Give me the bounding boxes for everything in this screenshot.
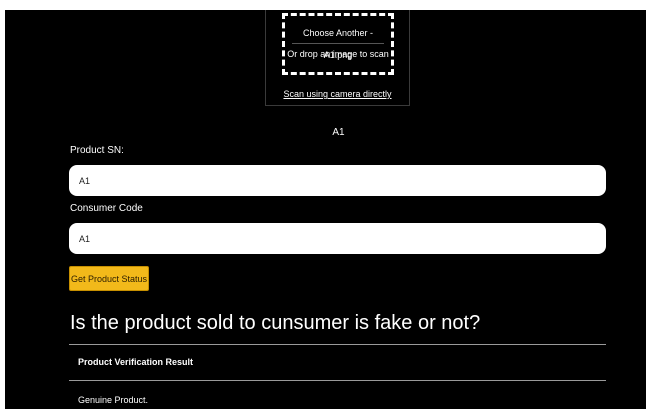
drop-image-hint: Or drop an image to scan [287,49,389,59]
scan-result-text: A1 [332,127,345,138]
page-frame: Choose Another - A1.png Or drop an image… [5,10,646,409]
consumer-code-input[interactable] [69,223,606,254]
get-product-status-button[interactable]: Get Product Status [69,266,149,291]
verification-result-table: Product Verification Result Genuine Prod… [69,344,606,409]
page-question-heading: Is the product sold to cunsumer is fake … [70,312,481,334]
product-sn-input[interactable] [69,165,606,196]
scan-camera-link[interactable]: Scan using camera directly [266,89,409,99]
product-sn-label: Product SN: [70,145,124,156]
choose-file-button[interactable]: Choose Another - A1.png [292,22,384,60]
qr-scanner-panel: Choose Another - A1.png Or drop an image… [265,10,410,106]
result-column-header: Product Verification Result [78,357,194,367]
consumer-code-label: Consumer Code [70,203,143,214]
image-dropzone[interactable]: Choose Another - A1.png Or drop an image… [282,13,394,75]
result-value: Genuine Product. [78,395,149,405]
